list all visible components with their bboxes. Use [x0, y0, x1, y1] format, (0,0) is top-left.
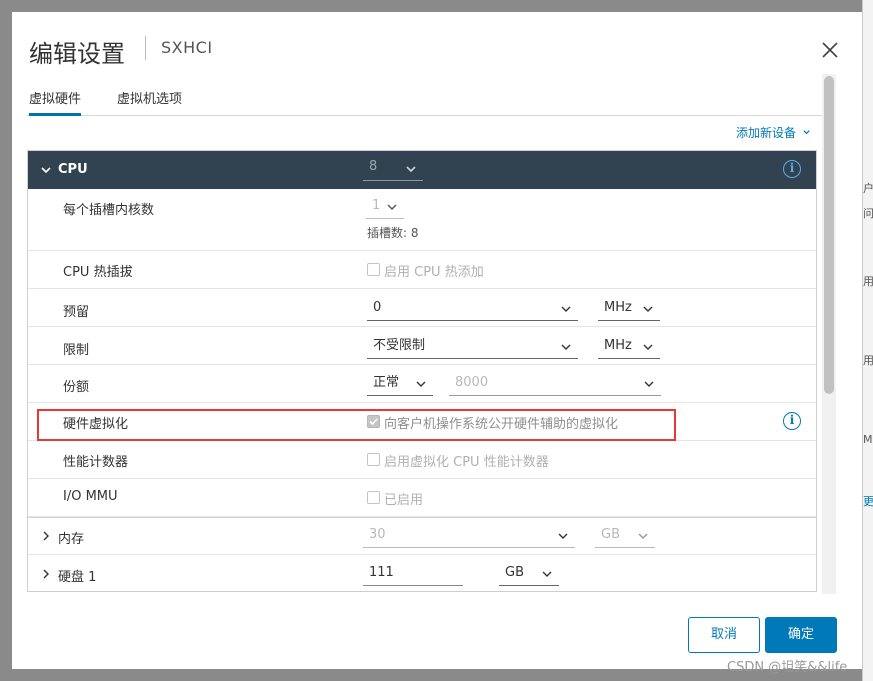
cores-per-socket-row: 每个插槽内核数 1 插槽数: 8 [28, 189, 816, 251]
iommu-label: I/O MMU [63, 489, 118, 504]
performance-counters-checkbox[interactable] [367, 453, 380, 466]
info-icon[interactable]: i [783, 412, 801, 430]
chevron-down-icon [643, 306, 653, 312]
hardware-panel: CPU 8 i 每个插槽内核数 1 插槽数: 8 CPU 热插拔 启用 CPU … [27, 150, 817, 592]
cpu-label: CPU [58, 162, 88, 177]
cpu-section-header[interactable]: CPU 8 i [28, 151, 816, 189]
chevron-down-icon [638, 533, 648, 539]
memory-unit-select[interactable]: GB [595, 524, 655, 548]
cores-per-socket-value: 1 [372, 198, 381, 213]
chevron-down-icon [406, 166, 416, 173]
background-page-right: 户用 问: 用 用 MB 更 [862, 0, 873, 681]
cpu-count-value: 8 [369, 159, 378, 174]
cpu-count-select[interactable]: 8 [363, 159, 423, 181]
background-top [0, 0, 873, 12]
dialog-title: 编辑设置 [29, 40, 125, 68]
limit-value: 不受限制 [373, 338, 426, 353]
ok-button[interactable]: 确定 [765, 617, 837, 653]
shares-label: 份额 [63, 380, 90, 395]
memory-unit: GB [601, 527, 620, 542]
memory-label: 内存 [58, 532, 85, 547]
hard-disk-value: 111 [369, 565, 394, 580]
watermark: CSDN @坦笑&&life [727, 660, 848, 675]
memory-value: 30 [369, 527, 386, 542]
memory-size-select[interactable]: 30 [363, 524, 575, 548]
reservation-select[interactable]: 0 [367, 297, 578, 321]
reservation-unit-select[interactable]: MHz [598, 297, 660, 321]
background-text: 问: [863, 207, 873, 220]
add-new-device-button[interactable]: 添加新设备 [736, 124, 811, 141]
cpu-hot-plug-row: CPU 热插拔 启用 CPU 热添加 [28, 251, 816, 289]
shares-level-select[interactable]: 正常 [367, 372, 433, 396]
tab-virtual-hardware[interactable]: 虚拟硬件 [29, 88, 82, 116]
chevron-down-icon [416, 381, 426, 387]
cores-per-socket-select[interactable]: 1 [366, 195, 404, 219]
performance-counters-text: 启用虚拟化 CPU 性能计数器 [384, 455, 549, 470]
limit-row: 限制 不受限制 MHz [28, 327, 816, 365]
chevron-down-icon [561, 306, 571, 312]
chevron-right-icon [43, 569, 49, 579]
shares-level: 正常 [373, 375, 400, 390]
scrollbar-thumb[interactable] [824, 76, 834, 394]
iommu-text: 已启用 [384, 493, 424, 508]
iommu-row: I/O MMU 已启用 [28, 479, 816, 517]
dialog-subtitle: SXHCI [161, 38, 213, 57]
shares-value-select[interactable]: 8000 [449, 372, 661, 396]
limit-unit-select[interactable]: MHz [598, 335, 660, 359]
edit-settings-dialog: 编辑设置 SXHCI 虚拟硬件 虚拟机选项 添加新设备 CPU 8 i 每个插槽… [12, 12, 862, 669]
chevron-down-icon [542, 571, 552, 577]
reservation-row: 预留 0 MHz [28, 289, 816, 327]
tab-bar: 虚拟硬件 虚拟机选项 [27, 88, 822, 116]
hard-disk-unit: GB [505, 565, 524, 580]
shares-row: 份额 正常 8000 [28, 365, 816, 403]
limit-label: 限制 [63, 343, 90, 358]
shares-value: 8000 [455, 375, 489, 390]
reservation-value: 0 [373, 300, 382, 315]
sockets-count-text: 插槽数: 8 [367, 226, 419, 240]
cores-per-socket-label: 每个插槽内核数 [63, 203, 155, 218]
reservation-unit: MHz [604, 300, 632, 315]
limit-unit: MHz [604, 338, 632, 353]
limit-select[interactable]: 不受限制 [367, 335, 578, 359]
chevron-down-icon [561, 344, 571, 350]
background-text: 用 [863, 275, 873, 288]
background-left [0, 0, 12, 681]
performance-counters-row: 性能计数器 启用虚拟化 CPU 性能计数器 [28, 441, 816, 479]
close-icon [822, 42, 838, 58]
chevron-down-icon [387, 204, 397, 210]
hard-disk-size-input[interactable]: 111 [363, 562, 463, 586]
info-icon[interactable]: i [783, 160, 801, 178]
chevron-down-icon [644, 381, 654, 387]
chevron-down-icon [803, 130, 810, 135]
title-divider [145, 36, 146, 60]
reservation-label: 预留 [63, 305, 90, 320]
background-text: MB [863, 433, 873, 446]
memory-row[interactable]: 内存 30 GB [28, 517, 816, 555]
add-device-label: 添加新设备 [736, 126, 797, 140]
chevron-right-icon [43, 531, 49, 541]
chevron-down-icon [41, 167, 51, 174]
iommu-checkbox[interactable] [367, 491, 380, 504]
tab-vm-options[interactable]: 虚拟机选项 [117, 88, 182, 116]
cpu-hot-add-text: 启用 CPU 热添加 [384, 265, 484, 280]
highlight-box [37, 409, 676, 441]
chevron-down-icon [558, 533, 568, 539]
hard-disk-row[interactable]: 硬盘 1 111 GB [28, 555, 816, 591]
close-button[interactable] [818, 38, 842, 62]
cancel-button[interactable]: 取消 [688, 617, 760, 653]
performance-counters-label: 性能计数器 [63, 455, 129, 470]
hard-disk-label: 硬盘 1 [58, 570, 97, 585]
chevron-down-icon [643, 344, 653, 350]
background-text: 更 [863, 495, 873, 508]
cpu-hot-add-checkbox[interactable] [367, 263, 380, 276]
background-text: 用 [863, 354, 873, 367]
hard-disk-unit-select[interactable]: GB [499, 562, 559, 586]
background-text: 户用 [863, 182, 873, 195]
cpu-hot-plug-label: CPU 热插拔 [63, 265, 133, 280]
